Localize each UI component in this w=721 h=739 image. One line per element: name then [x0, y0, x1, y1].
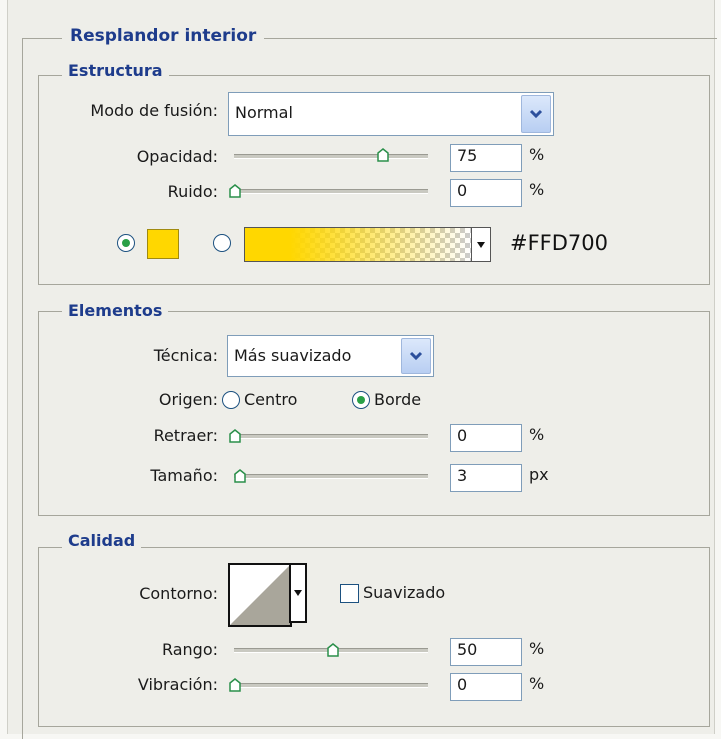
contour-preview[interactable] — [228, 563, 292, 627]
contour-label: Contorno: — [139, 584, 218, 603]
blend-mode-value: Normal — [235, 103, 293, 122]
opacity-slider[interactable] — [234, 154, 428, 159]
choke-unit: % — [529, 425, 545, 444]
noise-slider[interactable] — [234, 189, 428, 194]
noise-unit: % — [529, 180, 545, 199]
technique-value: Más suavizado — [234, 346, 352, 365]
source-center-label: Centro — [244, 390, 298, 409]
slider-thumb-icon[interactable] — [234, 469, 246, 483]
slider-thumb-icon[interactable] — [377, 148, 389, 162]
size-input[interactable]: 3 — [450, 464, 522, 492]
triangle-down-icon — [477, 241, 485, 248]
jitter-label: Vibración: — [137, 675, 218, 694]
opacity-label: Opacidad: — [136, 147, 218, 166]
jitter-unit: % — [529, 674, 545, 693]
antialiased-label: Suavizado — [363, 583, 446, 602]
technique-select[interactable]: Más suavizado — [227, 335, 434, 377]
jitter-input[interactable]: 0 — [450, 673, 522, 701]
gradient-preview[interactable] — [244, 227, 472, 262]
antialiased-checkbox[interactable] — [340, 584, 359, 603]
range-unit: % — [529, 639, 545, 658]
source-center-radio[interactable] — [222, 391, 240, 409]
opacity-input[interactable]: 75 — [450, 144, 522, 172]
quality-title: Calidad — [62, 530, 142, 552]
range-label: Rango: — [161, 640, 218, 659]
contour-picker-button[interactable] — [289, 563, 307, 623]
structure-title: Estructura — [62, 60, 169, 82]
jitter-slider[interactable] — [234, 683, 428, 688]
choke-input[interactable]: 0 — [450, 424, 522, 452]
solid-color-radio[interactable] — [117, 234, 135, 252]
gradient-radio[interactable] — [213, 234, 231, 252]
opacity-unit: % — [529, 145, 545, 164]
source-edge-label: Borde — [374, 390, 422, 409]
panel-title: Resplandor interior — [62, 22, 265, 50]
blend-mode-select[interactable]: Normal — [228, 92, 554, 136]
quality-group — [38, 547, 710, 727]
blend-mode-label: Modo de fusión: — [90, 101, 218, 120]
size-unit: px — [529, 465, 549, 484]
source-edge-radio[interactable] — [352, 391, 370, 409]
choke-label: Retraer: — [153, 426, 218, 445]
slider-thumb-icon[interactable] — [229, 429, 241, 443]
size-slider[interactable] — [234, 474, 428, 479]
slider-thumb-icon[interactable] — [229, 678, 241, 692]
noise-label: Ruido: — [167, 182, 218, 201]
color-hex-label: #FFD700 — [510, 231, 609, 255]
source-label: Origen: — [158, 390, 218, 409]
chevron-down-icon[interactable] — [521, 95, 551, 133]
triangle-down-icon — [294, 590, 302, 596]
size-label: Tamaño: — [150, 466, 218, 485]
technique-label: Técnica: — [153, 346, 218, 365]
slider-thumb-icon[interactable] — [327, 643, 339, 657]
choke-slider[interactable] — [234, 434, 428, 439]
chevron-down-icon[interactable] — [401, 338, 431, 374]
color-swatch[interactable] — [147, 229, 179, 259]
slider-thumb-icon[interactable] — [229, 184, 241, 198]
range-input[interactable]: 50 — [450, 638, 522, 666]
noise-input[interactable]: 0 — [450, 179, 522, 207]
gradient-picker-button[interactable] — [471, 227, 491, 262]
elements-title: Elementos — [62, 300, 169, 322]
